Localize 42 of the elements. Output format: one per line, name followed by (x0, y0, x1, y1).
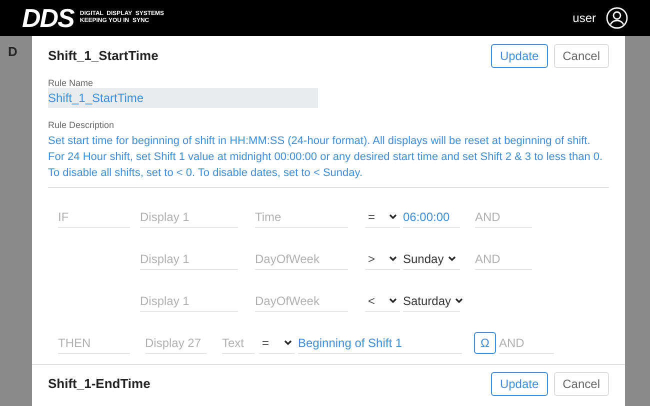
logo-text: DDS (22, 5, 74, 31)
rule-title: Shift_1_StartTime (48, 47, 158, 66)
rule-field: THEN (58, 332, 130, 354)
rule-description: Set start time for beginning of shift in HH:MM:SS (24-hour format). All displays will be reset at beginning of shift. For 24 Hour shift, set Shift 1 value at midnight 00:00:00 or any desired start time and set Shift 2 & 3 to less than 0. To disable all shifts, set to < 0. To disable dates, set to < Sunday. (48, 134, 604, 181)
cancel-button[interactable]: Cancel (554, 44, 609, 68)
chevron-icon (455, 298, 464, 304)
day-select[interactable]: Saturday (403, 290, 460, 312)
rule-field: Display 1 (140, 248, 238, 270)
operator-select[interactable]: < (365, 290, 400, 312)
field-label: Rule Name (48, 78, 94, 88)
day-select[interactable]: Sunday (403, 248, 460, 270)
chevron-icon (389, 214, 397, 220)
rule-field: DayOfWeek (255, 290, 348, 312)
value-field[interactable]: Beginning of Shift 1 (298, 332, 462, 354)
cancel-button[interactable]: Cancel (554, 372, 609, 396)
rule-field: AND (475, 248, 532, 270)
rule-field: Time (255, 206, 348, 228)
backdrop-heading: D (8, 44, 18, 59)
rule-title: Shift_1-EndTime (48, 375, 150, 394)
rule-field: AND (499, 332, 554, 354)
rule-field: IF (58, 206, 130, 228)
operator-select[interactable]: > (365, 248, 400, 270)
symbol-button[interactable]: Ω (474, 332, 496, 354)
rule-field: AND (475, 206, 532, 228)
operator-select[interactable]: = (365, 206, 400, 228)
chevron-icon (448, 256, 456, 262)
rule-field: Display 27 (145, 332, 207, 354)
value-field[interactable]: 06:00:00 (403, 206, 460, 228)
rule-field: Text (222, 332, 255, 354)
chevron-icon (389, 298, 397, 304)
rule-field: DayOfWeek (255, 248, 348, 270)
field-label: Rule Description (48, 120, 116, 130)
update-button[interactable]: Update (490, 372, 548, 396)
update-button[interactable]: Update (490, 44, 548, 68)
operator-select[interactable]: = (259, 332, 295, 354)
user-icon[interactable] (606, 7, 628, 29)
user-name: user (572, 10, 596, 27)
rule-field: Display 1 (140, 206, 238, 228)
rule-field: Display 1 (140, 290, 238, 312)
chevron-icon (284, 340, 292, 346)
chevron-icon (389, 256, 397, 262)
rule-name-field[interactable]: Shift_1_StartTime (48, 88, 318, 108)
